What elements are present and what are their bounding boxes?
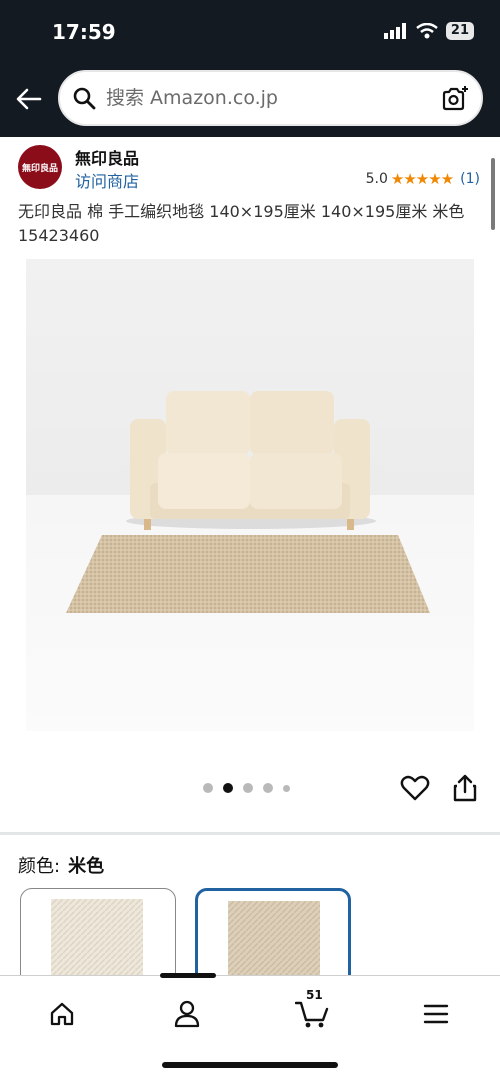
- share-icon[interactable]: [451, 773, 479, 803]
- section-divider: [0, 832, 500, 835]
- nav-menu-button[interactable]: [416, 994, 456, 1034]
- product-title: 无印良品 棉 手工编织地毯 140×195厘米 140×195厘米 米色 154…: [18, 202, 465, 245]
- product-image[interactable]: [26, 259, 474, 731]
- color-label: 颜色:: [18, 856, 61, 877]
- cart-count-badge: 51: [306, 988, 323, 1002]
- wifi-icon: [416, 23, 438, 39]
- rating-value: 5.0: [365, 171, 388, 187]
- home-icon: [50, 1002, 74, 1026]
- nav-home-button[interactable]: [42, 994, 82, 1034]
- carousel-dot[interactable]: [243, 783, 253, 793]
- seller-logo[interactable]: 無印良品: [18, 145, 62, 189]
- product-page: 17:59 21 搜索 Amazon.co.jp 無印良品 無印良品 访问商店 …: [0, 0, 500, 1080]
- back-arrow-icon: [16, 88, 42, 110]
- home-indicator[interactable]: [162, 1062, 338, 1068]
- search-bar[interactable]: [58, 70, 483, 126]
- visit-store-link[interactable]: 访问商店: [75, 168, 139, 192]
- seller-name: 無印良品: [75, 149, 140, 168]
- carousel-dot[interactable]: [203, 783, 213, 793]
- status-icons: 21: [383, 22, 474, 40]
- color-selector-label: 颜色: 米色: [18, 852, 104, 878]
- scrollbar[interactable]: [491, 158, 495, 230]
- signal-icon: [383, 23, 406, 39]
- active-tab-indicator: [160, 973, 216, 978]
- search-icon: [73, 87, 96, 110]
- carousel-dot[interactable]: [263, 783, 273, 793]
- color-value: 米色: [68, 856, 105, 877]
- carousel-dot[interactable]: [283, 784, 290, 792]
- status-time: 17:59: [52, 20, 116, 44]
- cart-icon: [295, 1001, 329, 1028]
- menu-icon: [423, 1004, 449, 1024]
- sofa-rug-photo: [26, 259, 474, 731]
- battery-indicator: 21: [445, 22, 474, 40]
- nav-account-button[interactable]: [167, 994, 207, 1034]
- rating-count[interactable]: (1): [460, 171, 480, 187]
- wishlist-heart-icon[interactable]: [400, 773, 430, 803]
- image-carousel-dots[interactable]: [203, 783, 290, 793]
- search-input[interactable]: [106, 87, 406, 109]
- camera-search-icon[interactable]: [441, 85, 469, 113]
- carousel-dot-active[interactable]: [223, 783, 233, 793]
- seller-rating[interactable]: 5.0 ★★★★★ (1): [366, 170, 480, 188]
- top-header: 17:59 21: [0, 0, 500, 137]
- star-rating-icon: ★★★★★: [390, 170, 454, 188]
- account-icon: [174, 1000, 200, 1028]
- back-button[interactable]: [14, 84, 44, 114]
